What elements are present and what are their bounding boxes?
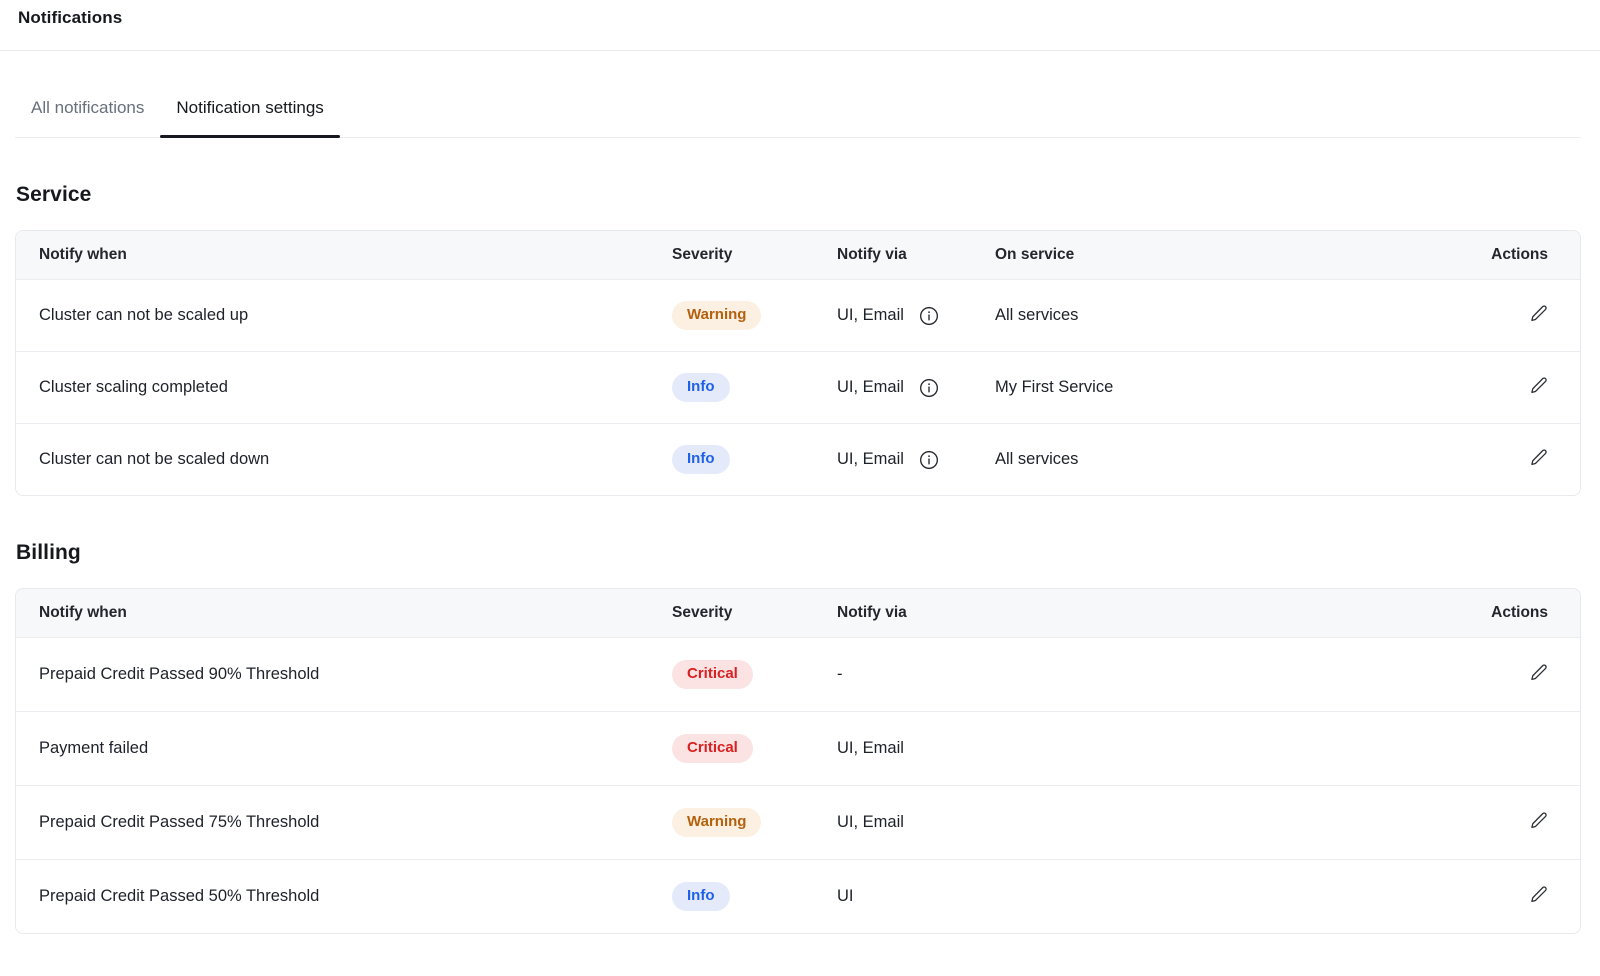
tab-all-notifications[interactable]: All notifications [15, 51, 160, 137]
severity-cell: Warning [672, 785, 837, 859]
severity-cell: Critical [672, 711, 837, 785]
page-title: Notifications [0, 0, 1600, 28]
table-row: Prepaid Credit Passed 50% Threshold Info… [16, 859, 1580, 933]
table-row: Prepaid Credit Passed 75% Threshold Warn… [16, 785, 1580, 859]
notify-via-value: UI, Email [837, 306, 904, 325]
table-row: Payment failed Critical UI, Email [16, 711, 1580, 785]
info-circle-icon[interactable] [919, 450, 939, 470]
actions-cell [1488, 423, 1580, 495]
column-header-notify-when: Notify when [16, 589, 672, 637]
notify-when-cell: Cluster can not be scaled down [16, 423, 672, 495]
severity-badge: Info [672, 445, 730, 474]
column-header-notify-via: Notify via [837, 231, 995, 279]
notify-when-cell: Cluster can not be scaled up [16, 279, 672, 351]
table-row: Cluster can not be scaled up Warning UI,… [16, 279, 1580, 351]
section-title-billing: Billing [16, 541, 1600, 565]
edit-pencil-icon[interactable] [1530, 885, 1548, 903]
notify-via-cell: UI, Email [837, 423, 995, 495]
column-header-notify-via: Notify via [837, 589, 1488, 637]
edit-pencil-icon[interactable] [1530, 811, 1548, 829]
notify-when-cell: Prepaid Credit Passed 90% Threshold [16, 637, 672, 711]
column-header-severity: Severity [672, 589, 837, 637]
notify-via-cell: - [837, 637, 1488, 711]
on-service-cell: My First Service [995, 351, 1488, 423]
table-row: Cluster scaling completed Info UI, Email… [16, 351, 1580, 423]
billing-notifications-table: Notify when Severity Notify via Actions … [15, 588, 1581, 934]
severity-cell: Warning [672, 279, 837, 351]
table-header-row: Notify when Severity Notify via On servi… [16, 231, 1580, 279]
tab-notification-settings[interactable]: Notification settings [160, 51, 339, 137]
notify-when-cell: Cluster scaling completed [16, 351, 672, 423]
severity-badge: Critical [672, 660, 753, 689]
actions-cell [1488, 785, 1580, 859]
edit-pencil-icon[interactable] [1530, 663, 1548, 681]
section-title-service: Service [16, 183, 1600, 207]
service-notifications-table: Notify when Severity Notify via On servi… [15, 230, 1581, 496]
actions-cell [1488, 279, 1580, 351]
notify-via-cell: UI, Email [837, 279, 995, 351]
actions-cell [1488, 859, 1580, 933]
severity-cell: Info [672, 351, 837, 423]
column-header-severity: Severity [672, 231, 837, 279]
notify-via-cell: UI, Email [837, 351, 995, 423]
column-header-actions: Actions [1488, 231, 1580, 279]
severity-badge: Info [672, 373, 730, 402]
actions-cell [1488, 711, 1580, 785]
info-circle-icon[interactable] [919, 378, 939, 398]
notify-when-cell: Prepaid Credit Passed 50% Threshold [16, 859, 672, 933]
severity-badge: Critical [672, 734, 753, 763]
severity-cell: Info [672, 859, 837, 933]
severity-badge: Info [672, 882, 730, 911]
edit-pencil-icon[interactable] [1530, 304, 1548, 322]
notify-via-cell: UI [837, 859, 1488, 933]
on-service-cell: All services [995, 279, 1488, 351]
notifications-tab-bar: All notifications Notification settings [15, 51, 1581, 138]
on-service-cell: All services [995, 423, 1488, 495]
column-header-actions: Actions [1488, 589, 1580, 637]
table-header-row: Notify when Severity Notify via Actions [16, 589, 1580, 637]
table-row: Cluster can not be scaled down Info UI, … [16, 423, 1580, 495]
info-circle-icon[interactable] [919, 306, 939, 326]
edit-pencil-icon[interactable] [1530, 376, 1548, 394]
notify-via-value: UI, Email [837, 450, 904, 469]
actions-cell [1488, 351, 1580, 423]
edit-pencil-icon[interactable] [1530, 448, 1548, 466]
notify-via-value: UI, Email [837, 378, 904, 397]
severity-badge: Warning [672, 808, 761, 837]
column-header-on-service: On service [995, 231, 1488, 279]
actions-cell [1488, 637, 1580, 711]
severity-cell: Info [672, 423, 837, 495]
severity-badge: Warning [672, 301, 761, 330]
table-row: Prepaid Credit Passed 90% Threshold Crit… [16, 637, 1580, 711]
column-header-notify-when: Notify when [16, 231, 672, 279]
notify-when-cell: Payment failed [16, 711, 672, 785]
notify-via-cell: UI, Email [837, 711, 1488, 785]
severity-cell: Critical [672, 637, 837, 711]
notify-when-cell: Prepaid Credit Passed 75% Threshold [16, 785, 672, 859]
notify-via-cell: UI, Email [837, 785, 1488, 859]
